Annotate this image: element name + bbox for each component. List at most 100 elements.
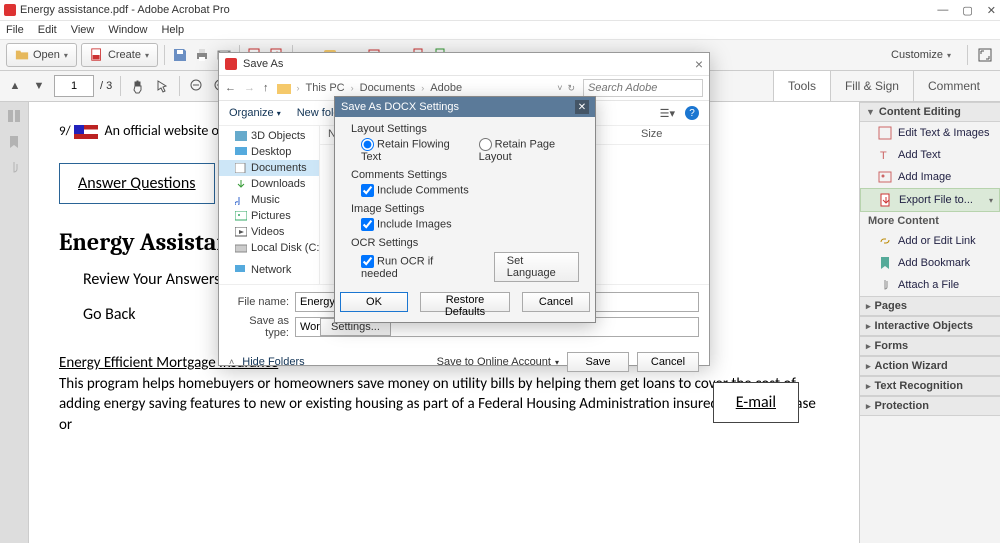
create-button[interactable]: Create ▾ bbox=[81, 43, 158, 67]
tab-tools[interactable]: Tools bbox=[773, 71, 830, 101]
toolbar-separator bbox=[179, 76, 180, 96]
ok-button[interactable]: OK bbox=[340, 292, 408, 312]
tool-add-bookmark[interactable]: Add Bookmark bbox=[860, 252, 1000, 274]
docx-close-icon[interactable]: ✕ bbox=[575, 100, 589, 114]
tool-add-image[interactable]: Add Image bbox=[860, 166, 1000, 188]
tree-music[interactable]: Music bbox=[219, 192, 319, 208]
check-include-comments[interactable]: Include Comments bbox=[361, 184, 469, 197]
email-button[interactable]: E-mail bbox=[713, 382, 799, 423]
save-as-footer: ˄ Hide Folders Save to Online Account ▾ … bbox=[219, 346, 709, 378]
page-total: / 3 bbox=[100, 80, 112, 92]
view-options-icon[interactable]: ☰▾ bbox=[660, 107, 675, 120]
attachments-icon[interactable] bbox=[6, 160, 22, 176]
select-tool-icon[interactable] bbox=[153, 77, 171, 95]
us-flag-icon bbox=[74, 125, 98, 139]
nav-up-icon[interactable]: ↑ bbox=[263, 82, 269, 94]
help-icon[interactable]: ? bbox=[685, 106, 699, 120]
toolbar-separator bbox=[120, 76, 121, 96]
tab-comment[interactable]: Comment bbox=[913, 71, 994, 101]
tree-network[interactable]: Network bbox=[219, 262, 319, 278]
menu-window[interactable]: Window bbox=[108, 24, 147, 36]
tab-fill-sign[interactable]: Fill & Sign bbox=[830, 71, 913, 101]
radio-retain-page[interactable]: Retain Page Layout bbox=[479, 138, 579, 163]
chevron-up-icon[interactable]: ˄ bbox=[229, 357, 234, 367]
section-content-editing[interactable]: ▼Content Editing bbox=[860, 102, 1000, 122]
layout-heading: Layout Settings bbox=[351, 123, 579, 135]
hide-folders-link[interactable]: Hide Folders bbox=[242, 356, 304, 368]
open-button[interactable]: Open ▾ bbox=[6, 43, 77, 67]
toolbar-separator bbox=[164, 45, 165, 65]
nav-fwd-icon[interactable]: → bbox=[244, 82, 255, 94]
savetype-label: Save as type: bbox=[229, 315, 289, 339]
section-pages[interactable]: ▸Pages bbox=[860, 296, 1000, 316]
organize-button[interactable]: Organize ▾ bbox=[229, 107, 281, 119]
section-protection[interactable]: ▸Protection bbox=[860, 396, 1000, 416]
menu-edit[interactable]: Edit bbox=[38, 24, 57, 36]
fullscreen-icon[interactable] bbox=[976, 46, 994, 64]
docx-titlebar: Save As DOCX Settings ✕ bbox=[335, 97, 595, 117]
check-run-ocr[interactable]: Run OCR if needed bbox=[361, 255, 458, 280]
group-images: Image Settings Include Images bbox=[351, 203, 579, 231]
tool-export-file[interactable]: Export File to...▾ bbox=[860, 188, 1000, 212]
search-input[interactable] bbox=[583, 79, 703, 97]
create-label: Create bbox=[108, 49, 141, 61]
radio-retain-flowing[interactable]: Retain Flowing Text bbox=[361, 138, 461, 163]
docx-title: Save As DOCX Settings bbox=[341, 101, 459, 113]
tree-desktop[interactable]: Desktop bbox=[219, 144, 319, 160]
section-action-wizard[interactable]: ▸Action Wizard bbox=[860, 356, 1000, 376]
tool-edit-text-images[interactable]: Edit Text & Images bbox=[860, 122, 1000, 144]
restore-defaults-button[interactable]: Restore Defaults bbox=[420, 292, 510, 312]
close-button[interactable]: ✕ bbox=[987, 4, 996, 17]
print-icon[interactable] bbox=[193, 46, 211, 64]
thumbnails-icon[interactable] bbox=[6, 108, 22, 124]
breadcrumb[interactable]: › This PC› Documents› Adobe ˅ ↻ bbox=[277, 82, 576, 94]
answer-questions-button[interactable]: Answer Questions bbox=[59, 163, 215, 204]
page-down-icon[interactable]: ▼ bbox=[30, 77, 48, 95]
subsection-more-content: More Content bbox=[860, 212, 1000, 230]
tree-local-disk[interactable]: Local Disk (C:) bbox=[219, 240, 319, 256]
zoom-out-icon[interactable] bbox=[188, 77, 206, 95]
group-comments: Comments Settings Include Comments bbox=[351, 169, 579, 197]
tree-3d-objects[interactable]: 3D Objects bbox=[219, 128, 319, 144]
svg-text:T: T bbox=[880, 150, 887, 162]
tool-add-text[interactable]: TAdd Text bbox=[860, 144, 1000, 166]
minimize-button[interactable]: — bbox=[937, 4, 948, 17]
save-button[interactable]: Save bbox=[567, 352, 629, 372]
set-language-button[interactable]: Set Language bbox=[494, 252, 579, 282]
save-online-dropdown[interactable]: Save to Online Account ▾ bbox=[437, 356, 559, 368]
tool-add-link[interactable]: Add or Edit Link bbox=[860, 230, 1000, 252]
window-title: Energy assistance.pdf - Adobe Acrobat Pr… bbox=[20, 4, 230, 16]
check-include-images[interactable]: Include Images bbox=[361, 218, 452, 231]
page-up-icon[interactable]: ▲ bbox=[6, 77, 24, 95]
tool-attach-file[interactable]: Attach a File bbox=[860, 274, 1000, 296]
section-interactive[interactable]: ▸Interactive Objects bbox=[860, 316, 1000, 336]
menu-view[interactable]: View bbox=[71, 24, 95, 36]
tree-downloads[interactable]: Downloads bbox=[219, 176, 319, 192]
tree-pictures[interactable]: Pictures bbox=[219, 208, 319, 224]
maximize-button[interactable]: ▢ bbox=[962, 4, 972, 17]
section-forms[interactable]: ▸Forms bbox=[860, 336, 1000, 356]
col-size[interactable]: Size bbox=[633, 126, 709, 144]
menu-help[interactable]: Help bbox=[161, 24, 184, 36]
save-icon[interactable] bbox=[171, 46, 189, 64]
customize-button[interactable]: Customize ▾ bbox=[883, 44, 959, 66]
save-as-close-icon[interactable]: × bbox=[695, 56, 703, 72]
pdf-icon bbox=[225, 58, 237, 70]
section-text-recognition[interactable]: ▸Text Recognition bbox=[860, 376, 1000, 396]
nav-back-icon[interactable]: ← bbox=[225, 82, 236, 94]
docx-cancel-button[interactable]: Cancel bbox=[522, 292, 590, 312]
hand-tool-icon[interactable] bbox=[129, 77, 147, 95]
group-ocr: OCR Settings Run OCR if needed Set Langu… bbox=[351, 237, 579, 282]
tree-documents[interactable]: Documents bbox=[219, 160, 319, 176]
bookmarks-icon[interactable] bbox=[6, 134, 22, 150]
images-heading: Image Settings bbox=[351, 203, 579, 215]
docx-settings-dialog: Save As DOCX Settings ✕ Layout Settings … bbox=[334, 96, 596, 323]
cancel-button[interactable]: Cancel bbox=[637, 352, 699, 372]
window-controls: — ▢ ✕ bbox=[937, 4, 996, 17]
menu-file[interactable]: File bbox=[6, 24, 24, 36]
page-number-input[interactable] bbox=[54, 75, 94, 97]
right-tabs: Tools Fill & Sign Comment bbox=[773, 71, 994, 101]
left-nav-gutter bbox=[0, 102, 29, 543]
tree-videos[interactable]: Videos bbox=[219, 224, 319, 240]
save-as-title: Save As bbox=[243, 58, 283, 70]
